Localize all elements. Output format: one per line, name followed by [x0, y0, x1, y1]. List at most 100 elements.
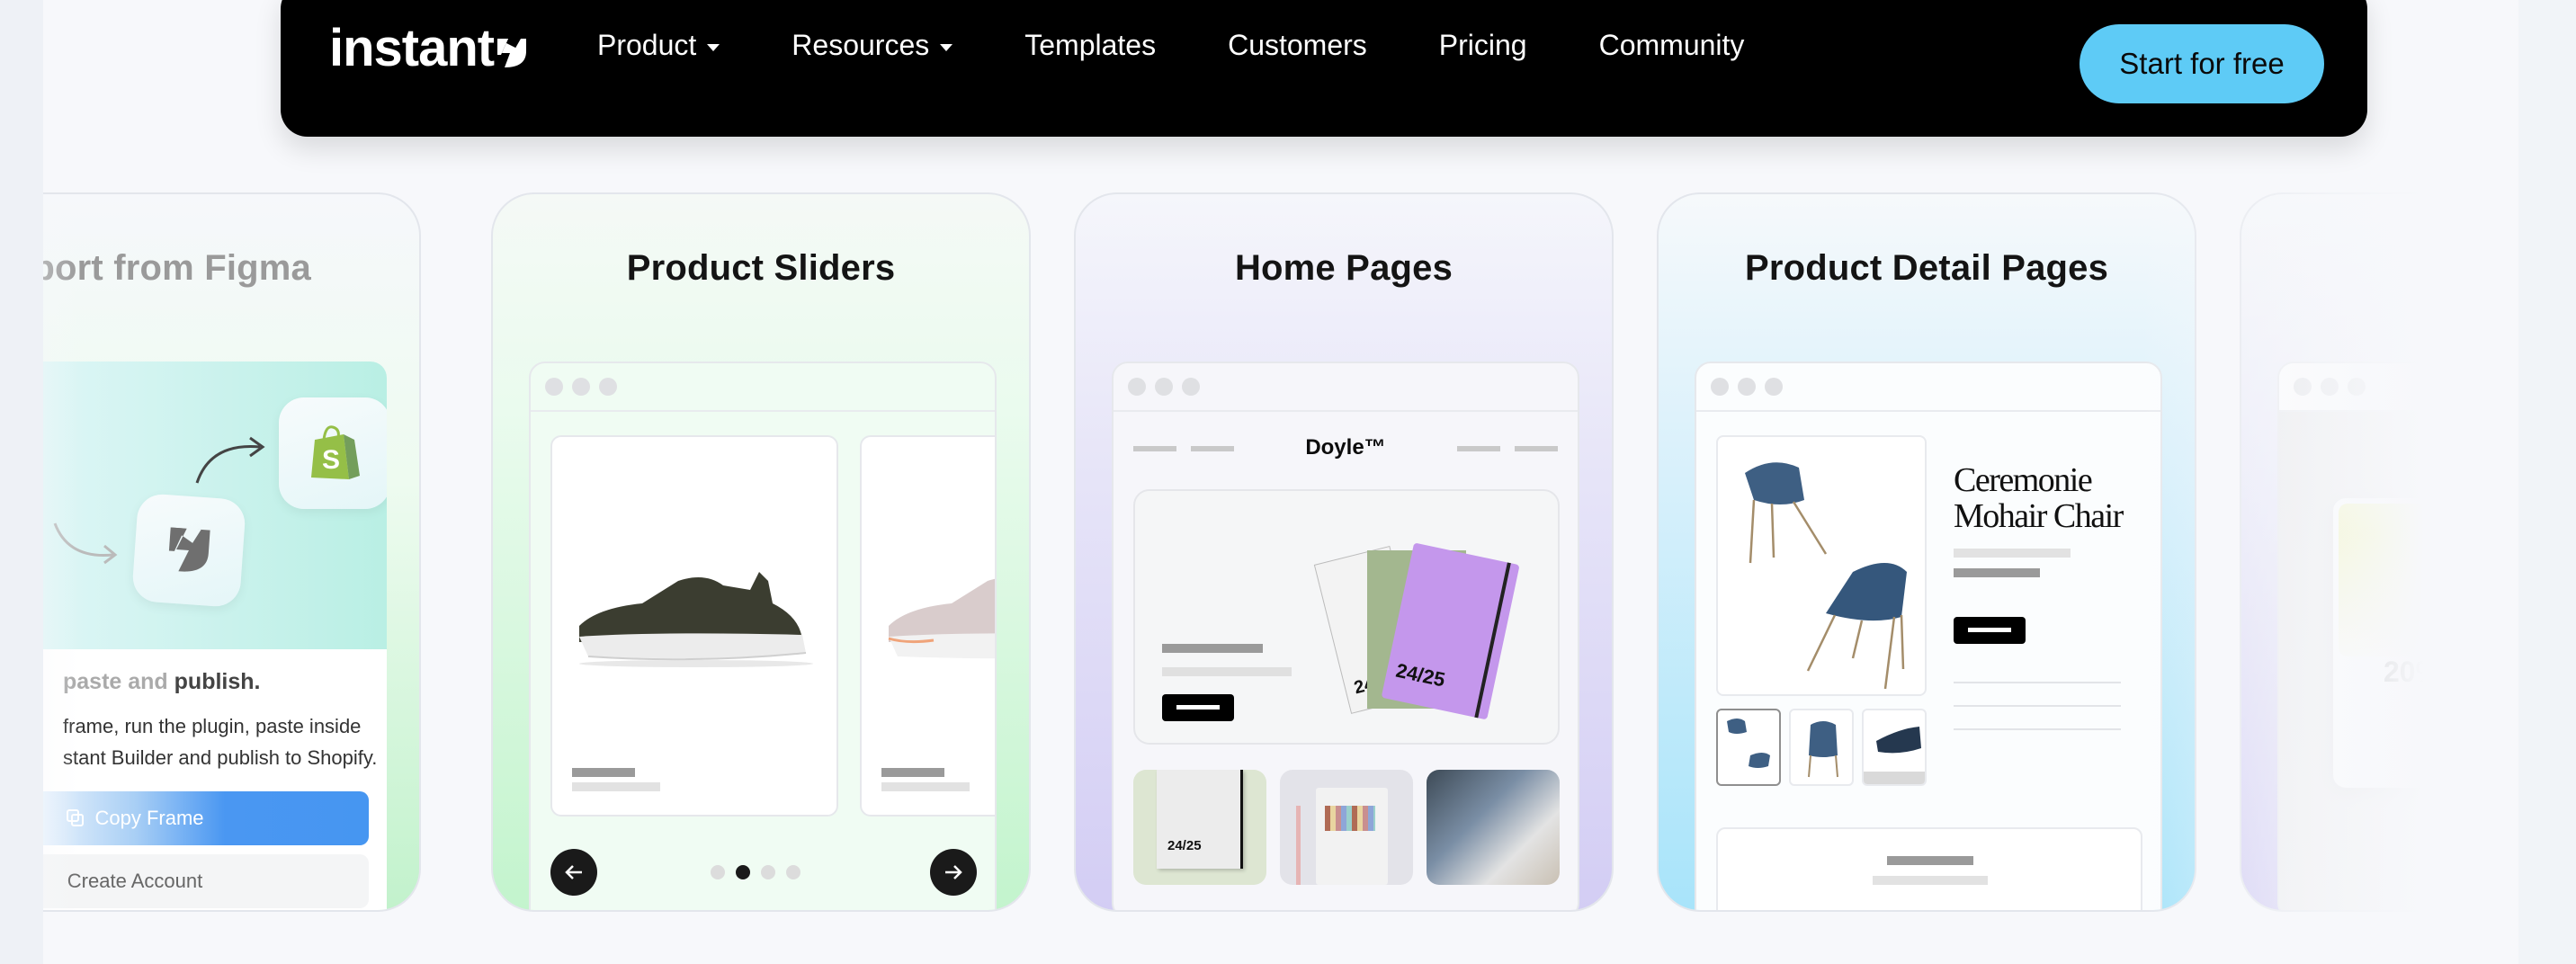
nav-links: Product Resources Templates Customers Pr… — [597, 29, 1816, 62]
chair-thumb-image — [1727, 719, 1770, 768]
start-for-free-button[interactable]: Start for free — [2080, 24, 2324, 103]
nav-link-label: Resources — [792, 29, 930, 61]
store-logo: Doyle™ — [1305, 435, 1386, 460]
feature-card-home-pages[interactable]: Home Pages Doyle™ 24 24/25 24/25 — [1074, 192, 1614, 912]
product-slide[interactable] — [550, 435, 838, 817]
copy-frame-label: Copy Frame — [94, 807, 204, 829]
pager-dot[interactable] — [786, 865, 801, 879]
window-dot — [2294, 378, 2312, 396]
browser-mockup: Doyle™ 24 24/25 24/25 — [1112, 362, 1579, 910]
browser-mockup: 20% OFF S — [2277, 362, 2518, 910]
nav-link-community[interactable]: Community — [1599, 29, 1745, 62]
nav-placeholder — [1457, 446, 1500, 451]
window-dot — [1128, 378, 1146, 396]
pencil-box-image — [1316, 788, 1388, 885]
nav-link-resources[interactable]: Resources — [792, 29, 953, 62]
slider-next-button[interactable] — [930, 849, 977, 896]
hero-cta-placeholder — [1162, 694, 1234, 721]
product-thumb[interactable] — [1862, 709, 1927, 786]
nav-link-templates[interactable]: Templates — [1024, 29, 1156, 62]
content-section — [1716, 827, 2142, 910]
nav-link-label: Pricing — [1438, 29, 1527, 61]
placeholder-line — [2448, 705, 2518, 709]
product-jar-image — [2482, 531, 2518, 617]
browser-toolbar — [1696, 363, 2160, 412]
popup-cta-placeholder — [2477, 737, 2518, 763]
top-navbar: instant Product Resources Templates Cust… — [281, 0, 2367, 137]
nav-link-label: Customers — [1228, 29, 1367, 61]
copy-frame-button[interactable]: Copy Frame — [43, 791, 369, 845]
panel-heading-emph: publish. — [174, 669, 261, 694]
pager-dot-active[interactable] — [736, 865, 750, 879]
panel-heading-fade: paste and — [63, 669, 174, 694]
popup-product-image — [2339, 504, 2518, 656]
browser-toolbar — [531, 363, 995, 412]
browser-toolbar — [2279, 363, 2518, 412]
feature-card-product-sliders[interactable]: Product Sliders — [491, 192, 1031, 912]
nav-link-label: Templates — [1024, 29, 1157, 61]
hero-banner: 24 24/25 — [1133, 489, 1560, 745]
shopify-app-tile: S — [279, 397, 387, 509]
page: nport from Figma — [43, 0, 2518, 964]
feature-card-figma[interactable]: nport from Figma — [43, 192, 421, 912]
collection-thumb-pencils[interactable] — [1280, 770, 1413, 885]
product-thumb[interactable] — [1789, 709, 1854, 786]
nav-link-customers[interactable]: Customers — [1228, 29, 1367, 62]
placeholder-line — [1162, 644, 1263, 653]
placeholder-line — [2475, 719, 2518, 723]
placeholder-line — [1873, 876, 1988, 885]
placeholder-line — [1887, 856, 1973, 865]
create-account-button[interactable]: Create Account — [43, 854, 369, 908]
divider — [1954, 728, 2121, 730]
nav-link-pricing[interactable]: Pricing — [1439, 29, 1527, 62]
nav-link-product[interactable]: Product — [597, 29, 720, 62]
browser-toolbar — [1114, 363, 1578, 412]
notebooks-image: 24 24/25 — [1313, 543, 1519, 719]
collection-thumb-lifestyle[interactable] — [1427, 770, 1560, 885]
pager-dot[interactable] — [711, 865, 725, 879]
pager-dot[interactable] — [761, 865, 775, 879]
feature-card-popups[interactable]: Popu 20% OFF S — [2240, 192, 2518, 912]
card-title: Product Detail Pages — [1744, 248, 2109, 288]
page-edge-left — [0, 0, 43, 964]
arrow-curve-icon — [195, 436, 265, 484]
product-title-line: Mohair Chair — [1954, 497, 2124, 535]
product-slide[interactable] — [860, 435, 995, 817]
product-title: Ceremonie Mohair Chair — [1954, 462, 2124, 535]
page-edge-right — [2518, 0, 2576, 964]
add-to-cart-placeholder — [1954, 617, 2026, 644]
placeholder-line — [1954, 568, 2040, 577]
nav-link-label: Community — [1598, 29, 1745, 61]
store-header: Doyle™ — [1114, 435, 1578, 471]
feature-card-product-detail-pages[interactable]: Product Detail Pages Ceremonie Mohair Ch… — [1657, 192, 2196, 912]
placeholder-line — [881, 768, 944, 777]
chair-thumb-image — [1864, 727, 1925, 784]
chevron-down-icon — [707, 43, 720, 51]
notebook-label: 24/25 — [1167, 838, 1202, 853]
collection-thumb-notebook[interactable]: 24/25 — [1133, 770, 1266, 885]
panel-heading: paste and publish. — [63, 669, 260, 695]
card-title-fade: nport from Figma — [43, 248, 311, 288]
arrow-left-icon — [565, 865, 582, 879]
window-dot — [1765, 378, 1783, 396]
placeholder-line — [1162, 667, 1292, 676]
product-thumb-selected[interactable] — [1716, 709, 1781, 786]
sneaker-image — [579, 572, 813, 667]
card-title: nport from Figma — [43, 248, 419, 289]
placeholder-line — [1954, 549, 2071, 558]
window-dot — [545, 378, 563, 396]
slider-prev-button[interactable] — [550, 849, 597, 896]
sneaker-image — [888, 578, 995, 659]
window-dot — [2321, 378, 2339, 396]
window-dot — [1711, 378, 1729, 396]
card-title: Popu — [2446, 248, 2518, 288]
pencil-image — [1296, 806, 1301, 885]
nav-link-label: Product — [597, 29, 697, 61]
popup-offer-title: 20% OFF S — [2384, 656, 2518, 688]
window-dot — [599, 378, 617, 396]
brand-logo-text: instant — [329, 19, 495, 77]
nav-placeholder — [1515, 446, 1558, 451]
brand-logo[interactable]: instant — [329, 18, 528, 78]
divider — [1954, 705, 2121, 707]
arrow-right-icon — [945, 865, 962, 879]
